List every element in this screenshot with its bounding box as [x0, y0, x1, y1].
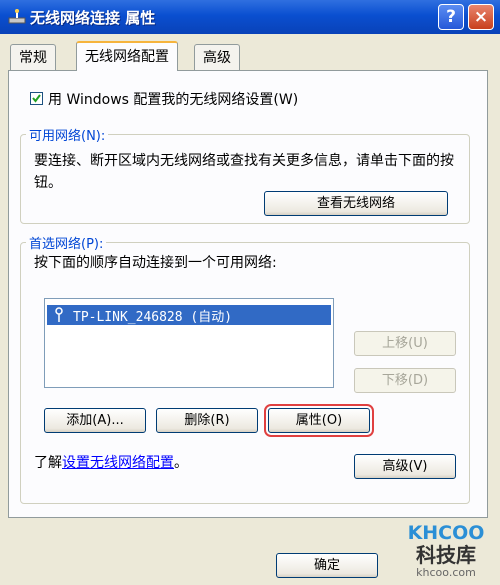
move-down-button[interactable]: 下移(D)	[354, 368, 456, 393]
window-title: 无线网络连接 属性	[30, 9, 156, 27]
view-wireless-networks-button[interactable]: 查看无线网络	[264, 191, 448, 216]
network-properties-button[interactable]: 属性(O)	[264, 404, 374, 437]
list-item[interactable]: TP-LINK_246828 (自动)	[47, 305, 331, 325]
watermark: KHCOO 科技库 khcoo.com	[396, 522, 496, 584]
ok-button[interactable]: 确定	[276, 553, 378, 578]
tab-advanced[interactable]: 高级	[194, 44, 240, 70]
move-up-button[interactable]: 上移(U)	[354, 331, 456, 356]
learn-prefix: 了解	[34, 455, 62, 471]
watermark-logo: KHCOO	[407, 522, 485, 544]
close-button[interactable]: ×	[468, 4, 494, 30]
watermark-name: 科技库	[416, 543, 476, 567]
preferred-networks-heading: 首选网络(P):	[26, 233, 107, 252]
learn-more-link[interactable]: 设置无线网络配置	[62, 455, 174, 471]
available-networks-heading: 可用网络(N):	[26, 125, 109, 144]
check-icon	[32, 94, 41, 103]
tab-wireless-networks[interactable]: 无线网络配置	[76, 41, 178, 71]
use-windows-label[interactable]: 用 Windows 配置我的无线网络设置(W)	[48, 89, 298, 109]
watermark-url: khcoo.com	[416, 566, 476, 579]
tab-general[interactable]: 常规	[10, 44, 56, 70]
learn-suffix: 。	[174, 455, 188, 471]
learn-more-line: 了解设置无线网络配置。	[34, 452, 188, 474]
help-button[interactable]: ?	[438, 4, 464, 30]
add-network-button[interactable]: 添加(A)...	[44, 408, 146, 433]
wireless-antenna-icon	[53, 307, 65, 323]
network-connection-icon	[8, 9, 26, 25]
use-windows-checkbox[interactable]	[30, 92, 43, 105]
available-networks-description: 要连接、断开区域内无线网络或查找有关更多信息，请单击下面的按钮。	[34, 153, 454, 191]
advanced-button[interactable]: 高级(V)	[354, 454, 456, 479]
title-bar[interactable]: 无线网络连接 属性 ? ×	[0, 0, 500, 34]
network-name: TP-LINK_246828 (自动)	[73, 310, 233, 325]
preferred-networks-description: 按下面的顺序自动连接到一个可用网络:	[34, 255, 277, 271]
remove-network-button[interactable]: 删除(R)	[156, 408, 258, 433]
preferred-networks-list[interactable]: TP-LINK_246828 (自动)	[44, 298, 334, 388]
